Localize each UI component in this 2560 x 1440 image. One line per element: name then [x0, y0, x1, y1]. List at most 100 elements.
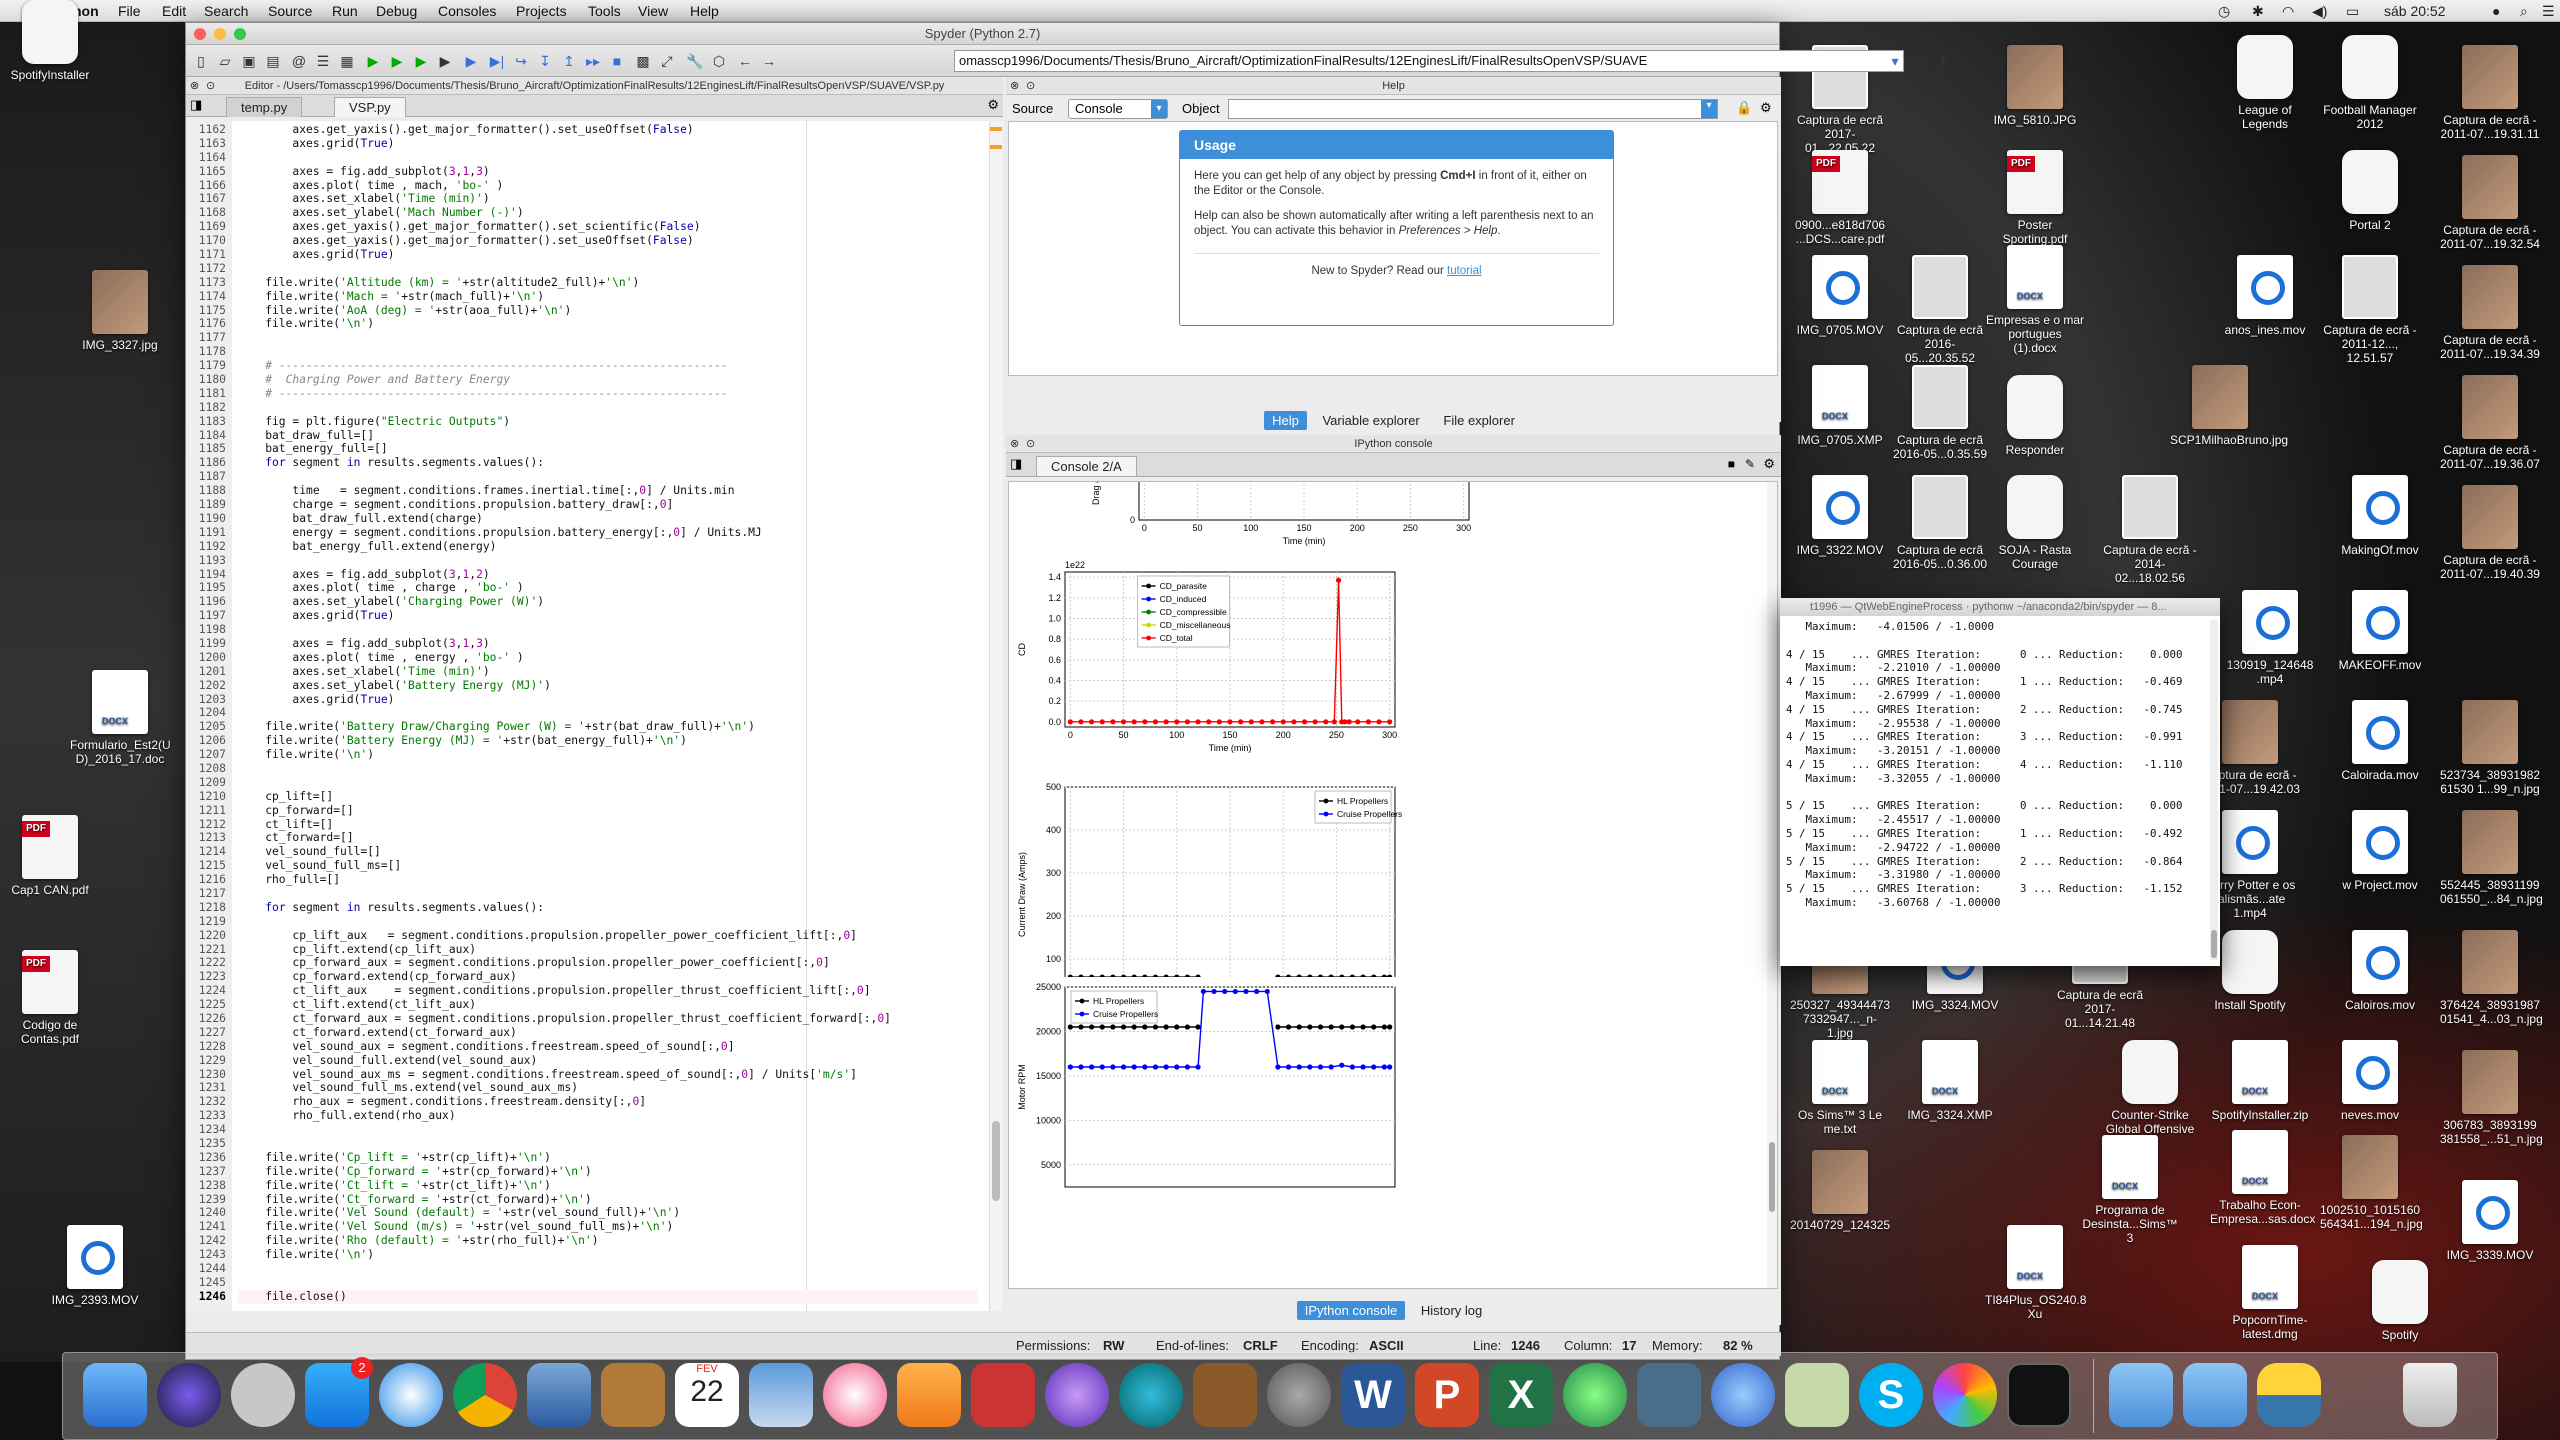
desktop-icon[interactable]: Codigo de Contas.pdf — [0, 950, 100, 1046]
tab-help[interactable]: Help — [1264, 411, 1307, 430]
itunes-icon[interactable] — [823, 1363, 887, 1427]
minimize-window-button[interactable] — [214, 28, 226, 40]
code-line[interactable]: cp_forward_aux = segment.conditions.prop… — [238, 956, 978, 970]
up-directory-icon[interactable]: ⬆ — [1934, 52, 1952, 70]
save-all-icon[interactable]: ▤ — [264, 52, 282, 70]
safari-icon[interactable] — [379, 1363, 443, 1427]
code-line[interactable]: cp_forward=[] — [238, 804, 978, 818]
browse-tabs-icon[interactable]: ◨ — [190, 97, 202, 113]
code-line[interactable] — [238, 1262, 978, 1276]
clear-console-icon[interactable]: ✎ — [1745, 457, 1755, 471]
tutorial-link[interactable]: tutorial — [1447, 265, 1482, 277]
siri-icon[interactable] — [157, 1363, 221, 1427]
sync-icon[interactable] — [1711, 1363, 1775, 1427]
code-lines[interactable]: axes.get_yaxis().get_major_formatter().s… — [238, 123, 978, 1304]
code-line[interactable]: file.write('Vel Sound (m/s) = '+str(vel_… — [238, 1220, 978, 1234]
code-line[interactable]: file.write('AoA (deg) = '+str(aoa_full)+… — [238, 304, 978, 318]
code-line[interactable]: axes = fig.add_subplot(3,1,2) — [238, 568, 978, 582]
code-line[interactable]: axes.get_yaxis().get_major_formatter().s… — [238, 234, 978, 248]
code-line[interactable]: file.write('Altitude (km) = '+str(altitu… — [238, 276, 978, 290]
rerun-icon[interactable]: ▶ — [462, 52, 480, 70]
console-output[interactable]: 0 50 100 150 200 250 300 0 Time (min) Drag ar 0 50 1… — [1008, 481, 1778, 1289]
desktop-icon[interactable]: Poster Sporting.pdf — [1985, 150, 2085, 246]
chevron-down-icon[interactable]: ▾ — [1151, 100, 1167, 118]
continue-icon[interactable]: ▸▸ — [584, 52, 602, 70]
code-line[interactable] — [238, 554, 978, 568]
code-line[interactable]: file.write('Cp_forward = '+str(cp_forwar… — [238, 1165, 978, 1179]
desktop-icon[interactable]: Captura de ecrã - 2011-07...19.40.39 — [2440, 485, 2540, 581]
run-cell-advance-icon[interactable]: ▶ — [412, 52, 430, 70]
chrome-icon[interactable] — [453, 1363, 517, 1427]
code-line[interactable]: for segment in results.segments.values()… — [238, 901, 978, 915]
code-line[interactable]: file.write('Vel Sound (default) = '+str(… — [238, 1206, 978, 1220]
desktop-icon[interactable]: SpotifyInstaller.zip — [2210, 1040, 2310, 1122]
ibooks-icon[interactable] — [897, 1363, 961, 1427]
system-preferences-icon[interactable] — [1267, 1363, 1331, 1427]
code-line[interactable]: vel_sound_full.extend(vel_sound_aux) — [238, 1054, 978, 1068]
spotlight-icon[interactable]: ⌕ — [2520, 3, 2528, 20]
desktop-icon[interactable]: Captura de ecrã 2016-05...0.35.59 — [1890, 365, 1990, 461]
word-icon[interactable]: W — [1341, 1363, 1405, 1427]
desktop-icon[interactable]: League of Legends — [2215, 35, 2315, 131]
desktop-icon[interactable]: IMG_3327.jpg — [70, 270, 170, 352]
code-line[interactable]: rho_full=[] — [238, 873, 978, 887]
applications-folder-icon[interactable] — [2109, 1363, 2173, 1427]
desktop-icon[interactable]: Empresas e o mar portugues (1).docx — [1985, 245, 2085, 355]
step-return-icon[interactable]: ↥ — [560, 52, 578, 70]
working-directory-input[interactable]: omasscp1996/Documents/Thesis/Bruno_Aircr… — [954, 50, 1904, 72]
step-icon[interactable]: ↪ — [512, 52, 530, 70]
close-pane-icon[interactable]: ⊗ — [1010, 77, 1019, 95]
code-line[interactable]: file.write('\n') — [238, 748, 978, 762]
code-line[interactable]: axes.plot( time , charge , 'bo-' ) — [238, 581, 978, 595]
object-input[interactable]: ▾ — [1228, 99, 1718, 119]
menu-consoles[interactable]: Consoles — [438, 3, 496, 19]
run-selection-icon[interactable]: ▶ — [436, 52, 454, 70]
user-icon[interactable]: ● — [2492, 3, 2500, 19]
maximize-window-button[interactable] — [234, 28, 246, 40]
chevron-down-icon[interactable]: ▾ — [1886, 52, 1904, 70]
code-line[interactable]: # --------------------------------------… — [238, 387, 978, 401]
new-file-icon[interactable]: ▯ — [192, 52, 210, 70]
network-icon[interactable] — [1637, 1363, 1701, 1427]
editor-scrollbar[interactable] — [989, 121, 1003, 1311]
tab-history-log[interactable]: History log — [1413, 1301, 1490, 1320]
undock-pane-icon[interactable]: ⊙ — [206, 77, 215, 95]
menu-edit[interactable]: Edit — [162, 3, 186, 19]
code-line[interactable]: file.write('Ct_forward = '+str(ct_forwar… — [238, 1193, 978, 1207]
chevron-down-icon[interactable]: ▾ — [1701, 100, 1717, 118]
garageband-icon[interactable] — [1193, 1363, 1257, 1427]
desktop-icon[interactable]: 130919_124648 .mp4 — [2220, 590, 2320, 686]
code-line[interactable]: axes.plot( time , mach, 'bo-' ) — [238, 179, 978, 193]
desktop-icon[interactable]: Responder — [1985, 375, 2085, 457]
desktop-icon[interactable]: 376424_38931987 01541_4...03_n.jpg — [2440, 930, 2543, 1026]
menu-view[interactable]: View — [638, 3, 668, 19]
tab-console-2a[interactable]: Console 2/A — [1036, 456, 1137, 476]
code-line[interactable]: file.write('\n') — [238, 317, 978, 331]
code-line[interactable] — [238, 262, 978, 276]
desktop-icon[interactable]: 552445_38931199 061550_...84_n.jpg — [2440, 810, 2543, 906]
code-line[interactable]: vel_sound_aux_ms = segment.conditions.fr… — [238, 1068, 978, 1082]
desktop-icon[interactable]: Cap1 CAN.pdf — [0, 815, 100, 897]
code-line[interactable] — [238, 762, 978, 776]
python-path-icon[interactable]: ⬡ — [710, 52, 728, 70]
desktop-icon[interactable]: Captura de ecrã - 2011-07...19.36.07 — [2440, 375, 2540, 471]
code-line[interactable]: bat_energy_full.extend(energy) — [238, 540, 978, 554]
code-line[interactable]: cp_lift=[] — [238, 790, 978, 804]
desktop-icon[interactable]: 1002510_1015160 564341...194_n.jpg — [2320, 1135, 2423, 1231]
menu-help[interactable]: Help — [690, 3, 719, 19]
options-gear-icon[interactable]: ⚙ — [987, 97, 999, 113]
desktop-icon[interactable]: Programa de Desinsta...Sims™ 3 — [2080, 1135, 2180, 1245]
menu-debug[interactable]: Debug — [376, 3, 417, 19]
notification-center-icon[interactable]: ☰ — [2542, 3, 2555, 20]
desktop-icon[interactable]: PopcornTime- latest.dmg — [2220, 1245, 2320, 1341]
code-line[interactable]: axes.set_ylabel('Charging Power (W)') — [238, 595, 978, 609]
code-line[interactable] — [238, 1276, 978, 1290]
desktop-icon[interactable]: anos_ines.mov — [2215, 255, 2315, 337]
desktop-icon[interactable]: Captura de ecrã - 2011-07...19.34.39 — [2440, 265, 2540, 361]
code-line[interactable]: axes.grid(True) — [238, 137, 978, 151]
desktop-icon[interactable]: Spotify — [2350, 1260, 2450, 1342]
desktop-icon[interactable]: IMG_0705.XMP — [1790, 365, 1890, 447]
stop-kernel-icon[interactable]: ■ — [1728, 457, 1735, 471]
code-line[interactable]: axes.grid(True) — [238, 248, 978, 262]
code-line[interactable]: axes.get_yaxis().get_major_formatter().s… — [238, 123, 978, 137]
